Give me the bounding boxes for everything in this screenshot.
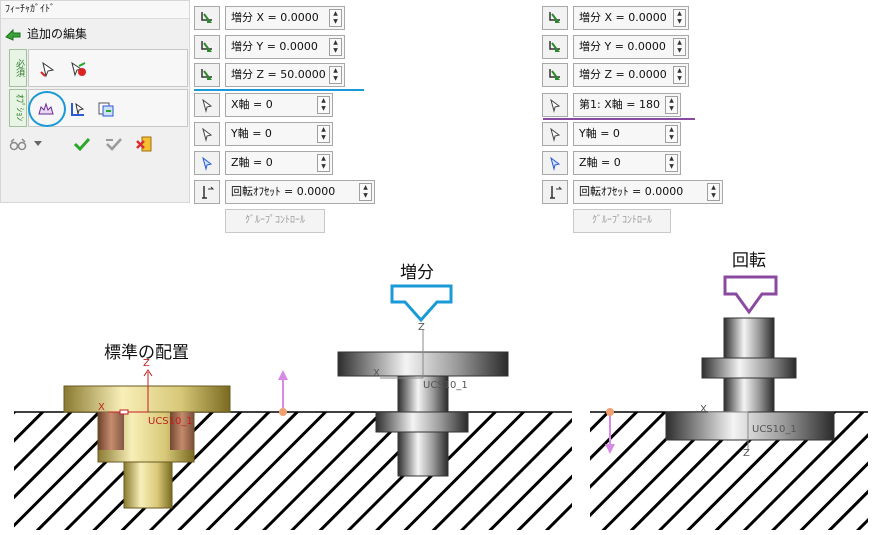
inc-ucs-label: UCS10_1 — [423, 380, 468, 391]
standard-placement-scene — [14, 369, 572, 530]
rotation-down-arrow — [723, 275, 778, 315]
inc-axis-x-label: X — [373, 368, 380, 379]
origin-dot — [279, 408, 287, 416]
gold-shaft — [123, 461, 173, 509]
increment-down-arrow — [390, 284, 453, 323]
rot-steel-flange — [665, 411, 835, 441]
rot-ucs-label: UCS10_1 — [752, 424, 797, 435]
std-axis-x-label: X — [98, 402, 105, 413]
gold-flange — [63, 385, 231, 413]
rot-axis-x-label: X — [700, 404, 707, 415]
increment-label: 増分 — [400, 263, 434, 283]
std-axis-z-label: Z — [143, 358, 150, 369]
rot-axis-z-label: Z — [743, 448, 750, 459]
rotation-label: 回転 — [732, 251, 766, 271]
std-ucs-label: UCS10_1 — [148, 416, 193, 427]
steel-shaft — [397, 431, 449, 477]
rot-origin-dot — [606, 408, 614, 416]
inc-axis-z-label: Z — [418, 322, 425, 333]
rotation-scene — [590, 275, 868, 530]
rot-steel-body — [723, 377, 775, 413]
